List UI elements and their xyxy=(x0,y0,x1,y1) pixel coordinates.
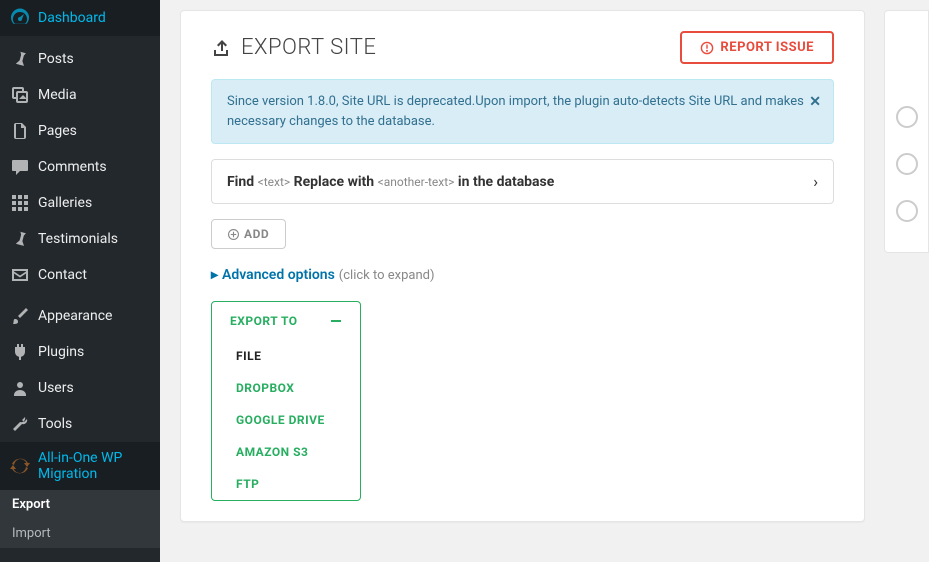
report-button-label: REPORT ISSUE xyxy=(720,40,814,55)
minus-icon xyxy=(330,315,342,327)
admin-sidebar: Dashboard Posts Media Pages Comments Gal… xyxy=(0,0,160,562)
sidebar-submenu: Export Import xyxy=(0,490,160,548)
export-to-button[interactable]: EXPORT TO xyxy=(212,302,360,340)
sidebar-label: Appearance xyxy=(38,308,112,324)
radio-indicator[interactable] xyxy=(896,200,918,222)
sidebar-label: All-in-One WP Migration xyxy=(38,450,150,482)
sidebar-label: Contact xyxy=(38,267,87,283)
submenu-import[interactable]: Import xyxy=(0,519,160,548)
sidebar-label: Tools xyxy=(38,416,72,432)
sidebar-label: Posts xyxy=(38,51,74,67)
sidebar-label: Users xyxy=(38,380,74,396)
alert-text: Since version 1.8.0, Site URL is depreca… xyxy=(227,94,804,129)
advanced-options-toggle[interactable]: ▸ Advanced options (click to expand) xyxy=(211,267,834,283)
comment-icon xyxy=(10,157,30,177)
radio-indicator[interactable] xyxy=(896,153,918,175)
add-button-label: ADD xyxy=(244,227,269,241)
sidebar-item-contact[interactable]: Contact xyxy=(0,257,160,293)
pin-icon xyxy=(10,229,30,249)
advanced-label: Advanced options xyxy=(222,267,335,283)
submenu-export[interactable]: Export xyxy=(0,490,160,519)
media-icon xyxy=(10,85,30,105)
sidebar-item-comments[interactable]: Comments xyxy=(0,149,160,185)
sidebar-label: Plugins xyxy=(38,344,84,360)
warning-icon xyxy=(700,41,714,55)
sidebar-label: Comments xyxy=(38,159,107,175)
sidebar-label: Pages xyxy=(38,123,77,139)
sidebar-label: Galleries xyxy=(38,195,92,211)
gauge-icon xyxy=(10,8,30,28)
export-option-ftp[interactable]: FTP xyxy=(212,468,360,500)
plus-icon xyxy=(228,229,239,240)
export-option-file[interactable]: FILE xyxy=(212,340,360,372)
sidebar-label: Testimonials xyxy=(38,231,118,247)
sidebar-item-users[interactable]: Users xyxy=(0,370,160,406)
radio-indicator[interactable] xyxy=(896,106,918,128)
sidebar-item-posts[interactable]: Posts xyxy=(0,41,160,77)
sidebar-item-appearance[interactable]: Appearance xyxy=(0,298,160,334)
pin-icon xyxy=(10,49,30,69)
migration-icon xyxy=(10,456,30,476)
sidebar-item-testimonials[interactable]: Testimonials xyxy=(0,221,160,257)
export-option-dropbox[interactable]: DROPBOX xyxy=(212,372,360,404)
find-replace-label: Find <text> Replace with <another-text> … xyxy=(227,174,554,190)
panel-header: EXPORT SITE REPORT ISSUE xyxy=(211,31,834,64)
export-option-gdrive[interactable]: GOOGLE DRIVE xyxy=(212,404,360,436)
info-alert: Since version 1.8.0, Site URL is depreca… xyxy=(211,79,834,144)
brush-icon xyxy=(10,306,30,326)
add-button[interactable]: ADD xyxy=(211,219,286,249)
export-to-label: EXPORT TO xyxy=(230,314,298,328)
main-content: EXPORT SITE REPORT ISSUE Since version 1… xyxy=(160,0,929,562)
find-replace-row[interactable]: Find <text> Replace with <another-text> … xyxy=(211,159,834,204)
triangle-right-icon: ▸ xyxy=(211,267,218,283)
export-to-dropdown: EXPORT TO FILE DROPBOX GOOGLE DRIVE AMAZ… xyxy=(211,301,361,501)
pages-icon xyxy=(10,121,30,141)
alert-close-icon[interactable]: ✕ xyxy=(809,92,821,113)
mail-icon xyxy=(10,265,30,285)
sidebar-label: Media xyxy=(38,87,77,103)
advanced-hint: (click to expand) xyxy=(339,268,435,283)
sidebar-item-plugins[interactable]: Plugins xyxy=(0,334,160,370)
plug-icon xyxy=(10,342,30,362)
panel-title-text: EXPORT SITE xyxy=(241,35,376,60)
grid-icon xyxy=(10,193,30,213)
user-icon xyxy=(10,378,30,398)
sidebar-label: Dashboard xyxy=(38,10,106,26)
chevron-right-icon: › xyxy=(813,172,818,191)
export-option-s3[interactable]: AMAZON S3 xyxy=(212,436,360,468)
export-panel: EXPORT SITE REPORT ISSUE Since version 1… xyxy=(180,10,865,522)
wrench-icon xyxy=(10,414,30,434)
report-issue-button[interactable]: REPORT ISSUE xyxy=(680,31,834,64)
export-icon xyxy=(211,38,231,58)
sidebar-item-media[interactable]: Media xyxy=(0,77,160,113)
sidebar-item-pages[interactable]: Pages xyxy=(0,113,160,149)
sidebar-item-migration[interactable]: All-in-One WP Migration xyxy=(0,442,160,490)
sidebar-item-galleries[interactable]: Galleries xyxy=(0,185,160,221)
sidebar-item-tools[interactable]: Tools xyxy=(0,406,160,442)
panel-title: EXPORT SITE xyxy=(211,35,376,60)
sidebar-item-dashboard[interactable]: Dashboard xyxy=(0,0,160,36)
side-panel-partial xyxy=(884,10,929,253)
